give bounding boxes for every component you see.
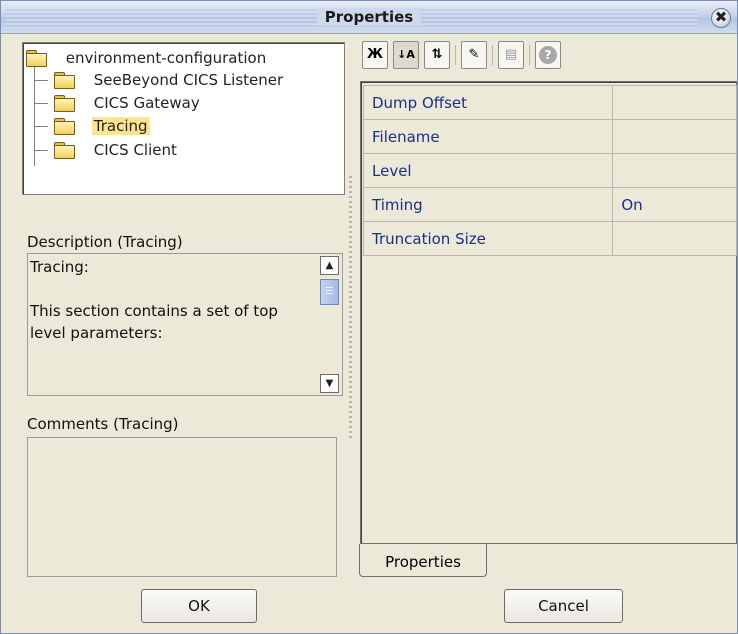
property-value[interactable] <box>612 85 737 120</box>
tree-item-seebeyond-cics-listener[interactable]: SeeBeyond CICS Listener <box>53 69 283 91</box>
dialog-title: Properties <box>1 1 737 34</box>
property-value[interactable] <box>612 119 737 154</box>
table-row[interactable]: Dump Offset <box>362 85 737 120</box>
table-row[interactable]: Level <box>362 153 737 188</box>
description-text: Tracing: This section contains a set of … <box>30 256 312 344</box>
property-value[interactable] <box>612 221 737 256</box>
description-label: Description (Tracing) <box>27 233 183 251</box>
folder-icon <box>25 50 47 67</box>
property-name: Level <box>362 153 614 188</box>
description-scrollbar[interactable]: ▲ ▼ <box>319 255 341 394</box>
toolbar-separator <box>492 45 493 65</box>
property-name: Truncation Size <box>362 221 614 256</box>
property-name: Timing <box>362 187 614 222</box>
tree-item-label: CICS Client <box>93 141 177 159</box>
table-row[interactable]: Timing On <box>362 187 737 222</box>
properties-table: Dump Offset Filename Level Timing On Tru… <box>362 85 737 256</box>
property-value[interactable]: On <box>612 187 737 222</box>
comments-textarea[interactable] <box>27 437 337 577</box>
tree-connector <box>34 80 48 81</box>
tree-connector <box>34 150 48 151</box>
folder-icon <box>53 118 75 135</box>
tree-item-label: Tracing <box>91 117 150 135</box>
property-list-icon[interactable]: ▤ <box>498 41 524 69</box>
toolbar-separator <box>455 45 456 65</box>
property-name: Dump Offset <box>362 85 614 120</box>
configuration-tree[interactable]: environment-configuration SeeBeyond CICS… <box>22 42 345 195</box>
sort-alphabetical-icon[interactable]: ↓A <box>393 41 419 69</box>
panel-splitter[interactable] <box>349 176 352 441</box>
toolbar-separator <box>529 45 530 65</box>
folder-icon <box>53 95 75 112</box>
properties-dialog: Properties ✖ environment-configuration S… <box>0 0 738 634</box>
property-value[interactable] <box>612 153 737 188</box>
folder-icon <box>53 72 75 89</box>
table-row[interactable]: Filename <box>362 119 737 154</box>
table-row[interactable]: Truncation Size <box>362 221 737 256</box>
ok-button[interactable]: OK <box>141 589 257 623</box>
edit-property-icon[interactable]: ✎ <box>461 41 487 69</box>
tree-item-label: CICS Gateway <box>93 94 200 112</box>
description-textarea[interactable]: Tracing: This section contains a set of … <box>27 253 343 396</box>
scroll-down-icon[interactable]: ▼ <box>320 374 339 393</box>
cancel-button[interactable]: Cancel <box>504 589 623 623</box>
title-bar[interactable]: Properties ✖ <box>1 1 737 34</box>
folder-icon <box>53 142 75 159</box>
tree-item-root[interactable]: environment-configuration <box>25 47 266 69</box>
tree-item-cics-client[interactable]: CICS Client <box>53 139 177 161</box>
scroll-thumb[interactable] <box>320 279 339 305</box>
scroll-up-icon[interactable]: ▲ <box>320 256 339 275</box>
tab-properties[interactable]: Properties <box>359 544 487 577</box>
tree-item-tracing[interactable]: Tracing <box>53 115 150 137</box>
description-line: This section contains a set of top level… <box>30 302 278 342</box>
sort-by-type-icon[interactable]: ⇅ <box>424 41 450 69</box>
tree-connector <box>34 126 48 127</box>
help-icon[interactable]: ? <box>535 41 561 69</box>
tree-item-label: environment-configuration <box>65 49 267 67</box>
close-icon[interactable]: ✖ <box>711 8 731 28</box>
tree-connector <box>34 103 48 104</box>
description-line: Tracing: <box>30 258 89 276</box>
categorized-view-icon[interactable]: Ж <box>362 41 388 69</box>
tree-item-label: SeeBeyond CICS Listener <box>93 71 284 89</box>
property-name: Filename <box>362 119 614 154</box>
tree-item-cics-gateway[interactable]: CICS Gateway <box>53 92 200 114</box>
comments-label: Comments (Tracing) <box>27 415 179 433</box>
